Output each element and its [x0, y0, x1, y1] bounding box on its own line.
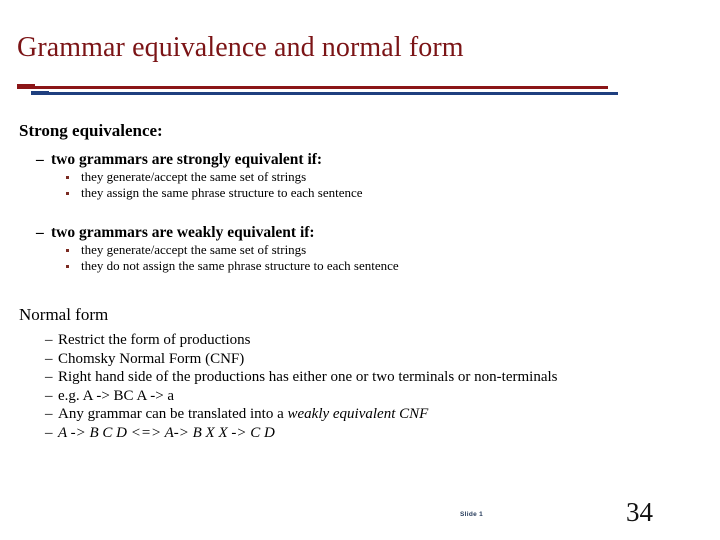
divider-rule-red — [17, 86, 608, 89]
normal-form-item-label: A -> B C D <=> A-> B X X -> C D — [58, 424, 275, 441]
bullet-label: two grammars are strongly equivalent if: — [51, 151, 323, 168]
normal-form-item-label: e.g. A -> BC A -> a — [58, 387, 175, 404]
normal-form-item-text: Any grammar can be translated into a — [58, 406, 288, 422]
divider-rule-red-cap — [17, 84, 35, 89]
sub-bullet: they assign the same phrase structure to… — [0, 185, 720, 201]
page-title: Grammar equivalence and normal form — [17, 32, 464, 63]
bullet-weak-definition: – two grammars are weakly equivalent if: — [0, 223, 720, 242]
sub-bullet-label: they generate/accept the same set of str… — [81, 242, 307, 257]
dash-icon: – — [45, 350, 53, 367]
normal-form-item: – Restrict the form of productions — [0, 331, 720, 350]
dash-icon: – — [45, 369, 53, 385]
normal-form-item-emphasis: weakly equivalent CNF — [287, 406, 429, 422]
slide-marker-label: Slide 1 — [460, 511, 484, 518]
dash-icon: – — [45, 424, 53, 441]
bullet-strong-definition: – two grammars are strongly equivalent i… — [0, 150, 720, 169]
bullet-label: two grammars are weakly equivalent if: — [51, 224, 315, 241]
section-heading-strong-equivalence: Strong equivalence: — [19, 121, 163, 140]
normal-form-item: – e.g. A -> BC A -> a — [0, 387, 720, 406]
dash-icon: – — [45, 332, 53, 348]
square-bullet-icon — [66, 176, 69, 179]
square-bullet-icon — [66, 249, 69, 252]
normal-form-item-label: Any grammar can be translated into a wea… — [45, 405, 720, 424]
dash-icon: – — [36, 224, 44, 241]
sub-bullet-label: they do not assign the same phrase struc… — [81, 258, 399, 273]
normal-form-item: – Right hand side of the productions has… — [0, 368, 720, 387]
square-bullet-icon — [66, 192, 69, 195]
normal-form-item: – Chomsky Normal Form (CNF) — [0, 350, 720, 369]
sub-bullet-label: they assign the same phrase structure to… — [81, 185, 363, 200]
section-heading-normal-form: Normal form — [19, 305, 109, 324]
normal-form-item-label: Restrict the form of productions — [58, 332, 251, 348]
sub-bullet: they generate/accept the same set of str… — [0, 169, 720, 185]
normal-form-item: – Any grammar can be translated into a w… — [0, 405, 720, 424]
dash-icon: – — [45, 406, 53, 422]
slide-canvas: Grammar equivalence and normal form Stro… — [0, 0, 720, 540]
dash-icon: – — [36, 151, 44, 168]
normal-form-item: – A -> B C D <=> A-> B X X -> C D — [0, 424, 720, 443]
dash-icon: – — [45, 387, 53, 404]
square-bullet-icon — [66, 265, 69, 268]
sub-bullet-label: they generate/accept the same set of str… — [81, 169, 307, 184]
sub-bullet: they do not assign the same phrase struc… — [0, 258, 720, 274]
sub-bullet: they generate/accept the same set of str… — [0, 242, 720, 258]
normal-form-item-label: Right hand side of the productions has e… — [58, 369, 558, 385]
divider-rule-blue-cap — [31, 91, 49, 95]
page-number: 34 — [626, 497, 653, 527]
normal-form-item-label: Chomsky Normal Form (CNF) — [58, 350, 245, 367]
slide-body: Strong equivalence: – two grammars are s… — [0, 120, 720, 442]
divider-rule-blue — [31, 92, 618, 95]
